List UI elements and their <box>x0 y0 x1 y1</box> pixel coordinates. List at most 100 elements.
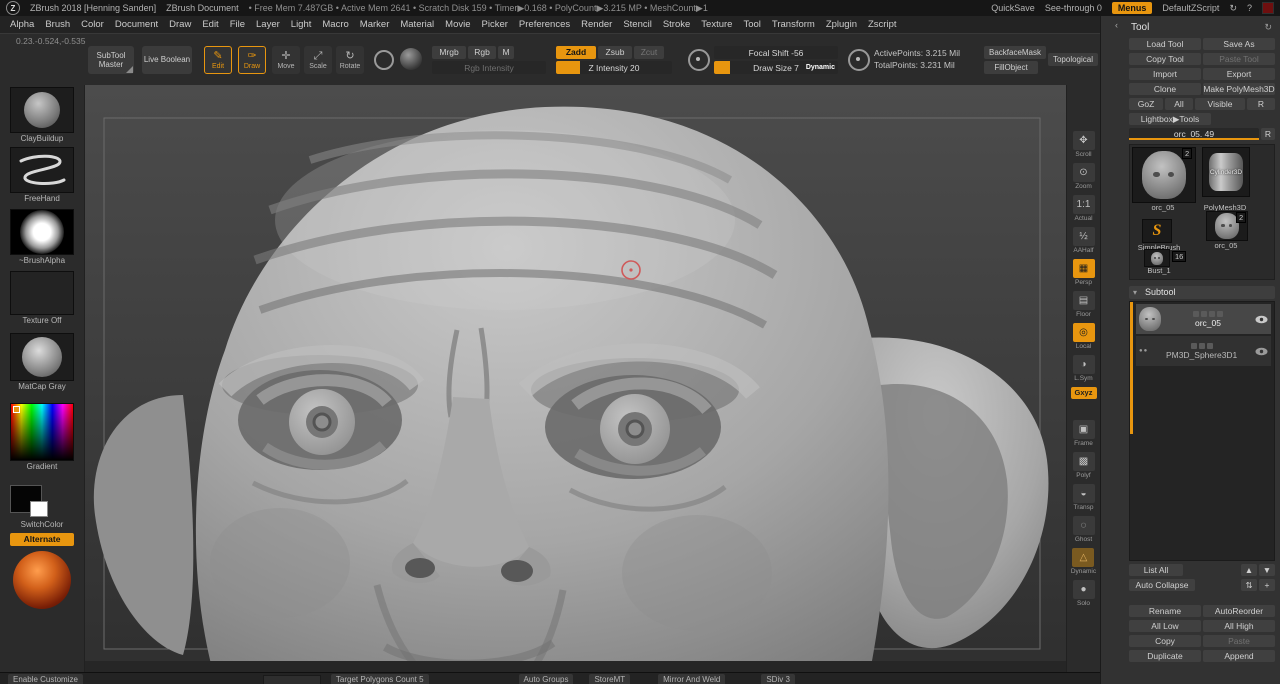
solo-icon[interactable]: ● <box>1073 580 1095 599</box>
dynamic-button[interactable]: △ Dynamic <box>1071 548 1096 575</box>
solo-button[interactable]: ● Solo <box>1073 580 1095 607</box>
zsub-button[interactable]: Zsub <box>598 46 632 59</box>
local-transform-icon[interactable]: ◎ <box>1073 323 1095 342</box>
zoom-button[interactable]: ⊙ Zoom <box>1073 163 1095 190</box>
all-high-button[interactable]: All High <box>1203 620 1275 632</box>
draw-size-knob[interactable] <box>848 49 870 71</box>
gxyz-chip[interactable]: Gxyz <box>1071 387 1097 399</box>
export-button[interactable]: Export <box>1203 68 1275 80</box>
help-icon[interactable]: ? <box>1247 3 1252 13</box>
frame-icon[interactable]: ▣ <box>1073 420 1095 439</box>
zadd-button[interactable]: Zadd <box>556 46 596 59</box>
current-tool-slider[interactable]: orc_05. 49 <box>1129 128 1259 140</box>
lightbox-tools-button[interactable]: Lightbox▶Tools <box>1129 113 1211 125</box>
focal-shift-slider[interactable]: Focal Shift -56 <box>714 46 838 59</box>
menu-item[interactable]: Edit <box>202 19 218 30</box>
subtool-up-button[interactable]: ▲ <box>1241 564 1257 576</box>
floor-button[interactable]: ▤ Floor <box>1073 291 1095 318</box>
menu-item[interactable]: Render <box>581 19 612 30</box>
all-low-button[interactable]: All Low <box>1129 620 1201 632</box>
menu-item[interactable]: Texture <box>701 19 732 30</box>
target-polygons-slider[interactable]: Target Polygons Count 5 <box>331 674 429 684</box>
menu-item[interactable]: Zscript <box>868 19 897 30</box>
simplebrush-thumbnail[interactable]: S <box>1142 219 1172 243</box>
auto-reorder-button[interactable]: AutoReorder <box>1203 605 1275 617</box>
paste-tool-button[interactable]: Paste Tool <box>1203 53 1275 65</box>
perspective-icon[interactable]: ▦ <box>1073 259 1095 278</box>
alpha-thumbnail[interactable] <box>10 209 74 255</box>
texture-thumbnail[interactable] <box>10 271 74 315</box>
fill-object-button[interactable]: FillObject <box>984 61 1038 74</box>
material-selector[interactable]: MatCap Gray <box>10 333 74 391</box>
canvas-scroll-strip[interactable] <box>85 661 1066 672</box>
menu-item[interactable]: Stroke <box>663 19 690 30</box>
actual-size-icon[interactable]: 1:1 <box>1073 195 1095 214</box>
bust1-thumbnail[interactable] <box>1144 249 1170 267</box>
draw-size-slider[interactable]: Draw Size 7 Dynamic <box>714 61 838 74</box>
live-boolean-button[interactable]: Live Boolean <box>142 46 192 74</box>
menu-item[interactable]: Light <box>291 19 312 30</box>
persp-button[interactable]: ▦ Persp <box>1073 259 1095 286</box>
local-symmetry-icon[interactable]: ◑ <box>1073 355 1095 374</box>
bottom-slider-stub[interactable] <box>263 675 321 684</box>
material-sphere[interactable] <box>13 551 77 609</box>
menu-item[interactable]: Preferences <box>519 19 570 30</box>
color-picker[interactable]: Gradient <box>10 403 74 471</box>
brush-thumbnail[interactable] <box>10 87 74 133</box>
rotate-button[interactable]: ↻ Rotate <box>336 46 364 74</box>
make-polymesh3d-button[interactable]: Make PolyMesh3D <box>1203 83 1275 95</box>
menu-item[interactable]: Movie <box>445 19 470 30</box>
lsym-button[interactable]: ◑ L.Sym <box>1073 355 1095 382</box>
menus-button[interactable]: Menus <box>1112 2 1153 14</box>
transp-button[interactable]: ◒ Transp <box>1073 484 1095 511</box>
ghost-button[interactable]: ◌ Ghost <box>1073 516 1095 543</box>
auto-collapse-button[interactable]: Auto Collapse <box>1129 579 1195 591</box>
copy-tool-button[interactable]: Copy Tool <box>1129 53 1201 65</box>
actual-button[interactable]: 1:1 Actual <box>1073 195 1095 222</box>
rgb-button[interactable]: Rgb <box>468 46 496 59</box>
texture-selector[interactable]: Texture Off <box>10 271 74 325</box>
subtool-down-button[interactable]: ▼ <box>1259 564 1275 576</box>
quicksave-button[interactable]: QuickSave <box>991 3 1035 13</box>
focal-shift-knob[interactable] <box>688 49 710 71</box>
dynamic-icon[interactable]: △ <box>1072 548 1094 567</box>
goz-visible-button[interactable]: Visible <box>1195 98 1245 110</box>
subtool-master-button[interactable]: SubTool Master <box>88 46 134 74</box>
tool-r-button[interactable]: R <box>1261 128 1275 140</box>
color-swatches[interactable]: SwitchColor <box>10 485 74 529</box>
copy-subtool-button[interactable]: Copy <box>1129 635 1201 647</box>
reload-icon[interactable]: ↻ <box>1229 3 1237 14</box>
panel-refresh-icon[interactable]: ↻ <box>1264 22 1272 33</box>
menu-item[interactable]: Material <box>400 19 434 30</box>
scale-button[interactable]: ⤢ Scale <box>304 46 332 74</box>
scroll-icon[interactable]: ✥ <box>1073 131 1095 150</box>
goz-button[interactable]: GoZ <box>1129 98 1163 110</box>
material-thumbnail[interactable] <box>10 333 74 381</box>
gxyz-button[interactable]: Gxyz <box>1071 387 1097 399</box>
subtool-swap-button[interactable]: ⇅ <box>1241 579 1257 591</box>
document-canvas[interactable] <box>85 85 1066 672</box>
eye-icon[interactable] <box>1255 347 1268 356</box>
append-button[interactable]: Append <box>1203 650 1275 662</box>
clone-button[interactable]: Clone <box>1129 83 1201 95</box>
red-material-sphere-icon[interactable] <box>13 551 71 609</box>
stroke-selector[interactable]: FreeHand <box>10 147 74 203</box>
z-intensity-slider[interactable]: Z Intensity 20 <box>556 61 672 74</box>
polyframe-icon[interactable]: ▩ <box>1073 452 1095 471</box>
menu-item[interactable]: Marker <box>360 19 390 30</box>
default-zscript-button[interactable]: DefaultZScript <box>1162 3 1219 13</box>
scroll-button[interactable]: ✥ Scroll <box>1073 131 1095 158</box>
import-button[interactable]: Import <box>1129 68 1201 80</box>
subtool-item-orc05[interactable]: orc_05 <box>1136 304 1271 334</box>
save-as-button[interactable]: Save As <box>1203 38 1275 50</box>
paste-subtool-button[interactable]: Paste <box>1203 635 1275 647</box>
alpha-selector[interactable]: ~BrushAlpha <box>10 209 74 265</box>
subtool-add-button[interactable]: + <box>1259 579 1275 591</box>
polyframe-button[interactable]: ▩ Polyf <box>1073 452 1095 479</box>
m-button[interactable]: M <box>498 46 514 59</box>
frame-button[interactable]: ▣ Frame <box>1073 420 1095 447</box>
menu-item[interactable]: Layer <box>256 19 280 30</box>
move-button[interactable]: ✛ Move <box>272 46 300 74</box>
duplicate-button[interactable]: Duplicate <box>1129 650 1201 662</box>
menu-item[interactable]: Brush <box>45 19 70 30</box>
